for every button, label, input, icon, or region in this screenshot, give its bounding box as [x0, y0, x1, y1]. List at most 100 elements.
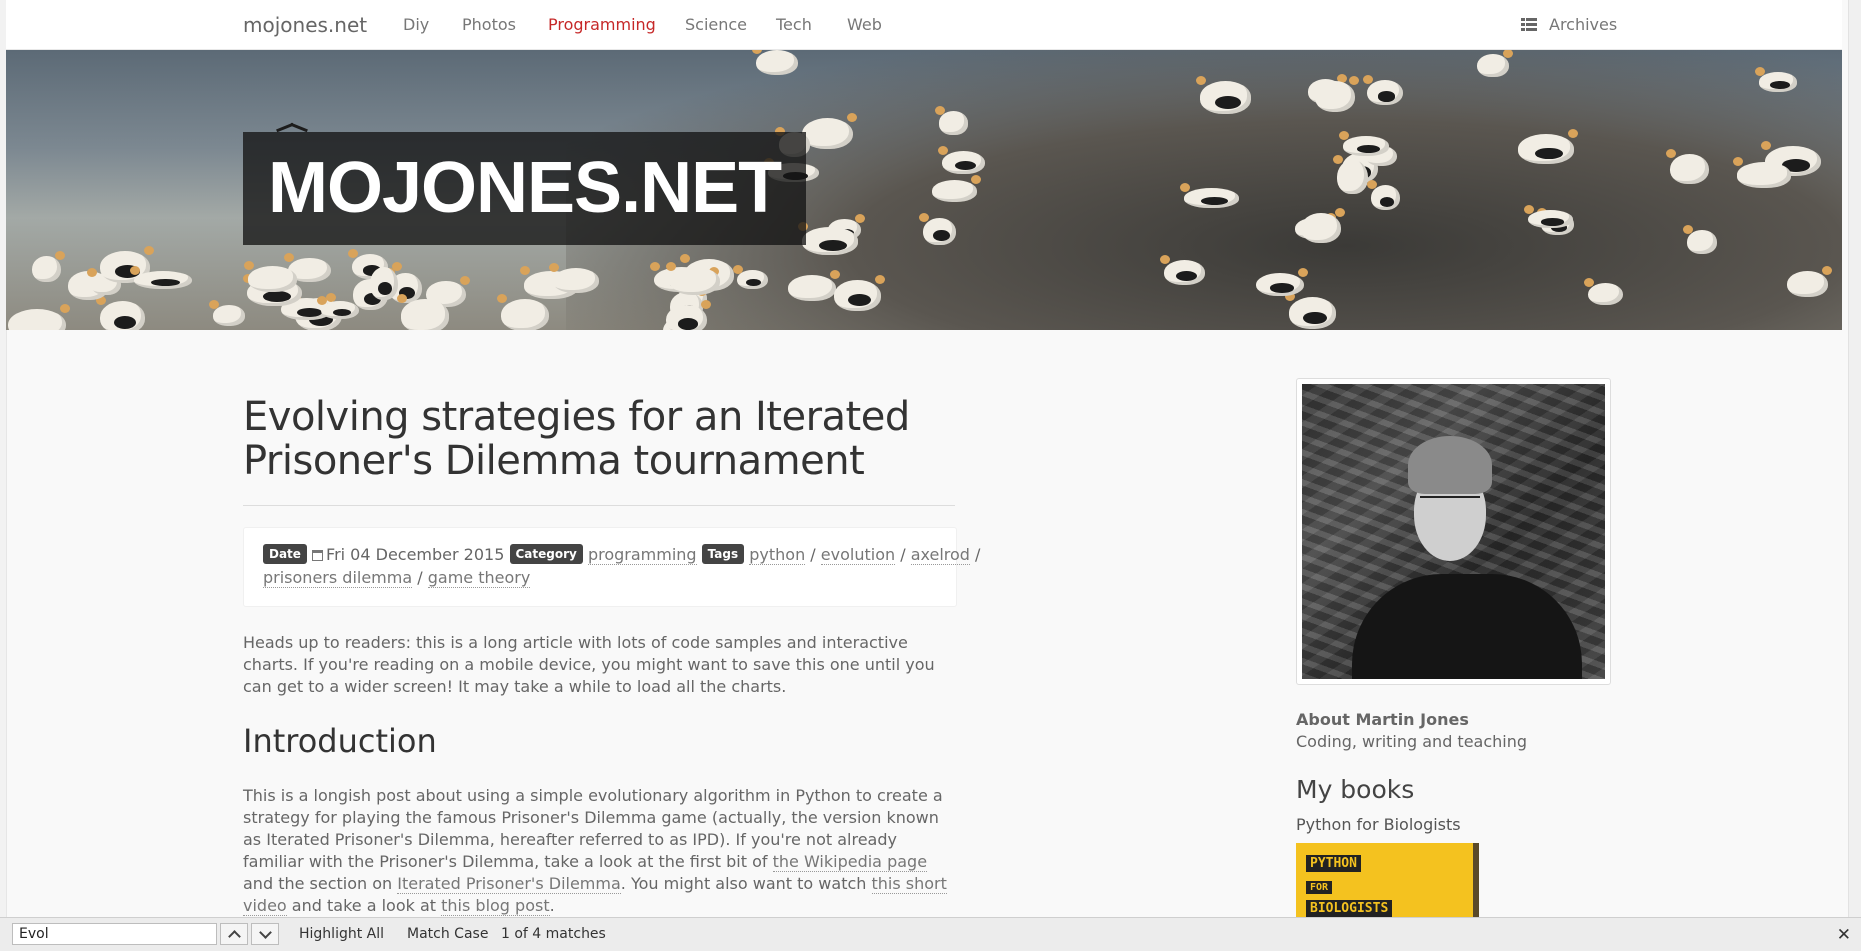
- gannet-shape: [665, 300, 711, 330]
- tag-separator: /: [900, 545, 906, 564]
- nav-item-photos[interactable]: Photos: [462, 15, 516, 34]
- post-title: Evolving strategies for an Iterated Pris…: [243, 394, 910, 484]
- gannet-shape: [1683, 225, 1717, 255]
- tag-separator: /: [975, 545, 981, 564]
- brand-link[interactable]: mojones.net: [243, 13, 367, 37]
- wikipedia-link[interactable]: the Wikipedia page: [772, 852, 928, 872]
- nav-item-diy[interactable]: Diy: [403, 15, 429, 34]
- gannet-shape: [1362, 74, 1403, 106]
- nav-item-tech[interactable]: Tech: [776, 15, 812, 34]
- tag-separator: /: [810, 545, 816, 564]
- person-glasses: [1420, 496, 1480, 508]
- gannet-shape: [937, 145, 986, 174]
- post-date: Fri 04 December 2015: [326, 545, 505, 564]
- chevron-up-icon: [227, 929, 241, 943]
- tags-label: Tags: [701, 544, 745, 564]
- gannet-shape: [1517, 129, 1578, 164]
- tag-link-game-theory[interactable]: game theory: [427, 568, 531, 588]
- tag-link-axelrod[interactable]: axelrod: [910, 545, 970, 565]
- gannet-shape: [666, 261, 720, 295]
- highlight-all-toggle[interactable]: Highlight All: [299, 926, 384, 942]
- nav-item-science[interactable]: Science: [685, 15, 747, 34]
- gannet-shape: [1338, 131, 1390, 156]
- about-text: Coding, writing and teaching: [1296, 732, 1528, 751]
- cover-line: PYTHON: [1306, 855, 1361, 872]
- flying-bird: [276, 122, 310, 132]
- header-banner-image: MOJONES.NET: [6, 50, 1842, 330]
- about-heading: About Martin Jones: [1296, 710, 1469, 729]
- chevron-down-icon: [258, 925, 272, 939]
- body-text: and take a look at: [291, 896, 437, 915]
- match-count: 1 of 4 matches: [501, 926, 606, 942]
- category-label: Category: [509, 544, 583, 564]
- article: Evolving strategies for an Iterated Pris…: [243, 394, 980, 916]
- page-scrollbar[interactable]: [1848, 0, 1861, 917]
- gannet-shape: [1300, 208, 1345, 244]
- gannet-shape: [369, 261, 402, 301]
- gannet-shape: [1180, 183, 1240, 208]
- post-meta: Date Fri 04 December 2015 Category progr…: [243, 527, 980, 607]
- gannet-shape: [396, 294, 450, 330]
- nav-item-web[interactable]: Web: [847, 15, 882, 34]
- match-case-toggle[interactable]: Match Case: [407, 926, 488, 942]
- body-text: and the section on: [243, 874, 393, 893]
- book-title: Python for Biologists: [1296, 815, 1461, 834]
- person-beanie: [1408, 436, 1492, 494]
- find-input[interactable]: [12, 923, 217, 945]
- author-photo: [1302, 384, 1605, 679]
- gannet-shape: [919, 212, 957, 245]
- tag-separator: /: [417, 568, 423, 587]
- gannet-shape: [934, 105, 969, 135]
- gannet-shape: [1477, 50, 1514, 77]
- gannet-shape: [833, 275, 885, 311]
- gannet-shape: [1285, 292, 1337, 329]
- body-text: . You might also want to watch: [620, 874, 867, 893]
- close-icon[interactable]: ✕: [1837, 925, 1851, 945]
- gannet-shape: [1333, 155, 1368, 195]
- gannet-shape: [317, 295, 359, 320]
- date-label: Date: [263, 544, 307, 564]
- gannet-shape: [95, 295, 146, 330]
- find-next-button[interactable]: [251, 923, 279, 945]
- books-heading: My books: [1296, 775, 1415, 804]
- find-bar: Highlight All Match Case 1 of 4 matches …: [0, 917, 1861, 951]
- gannet-shape: [209, 300, 246, 326]
- author-photo-frame: [1296, 378, 1611, 685]
- gannet-shape: [243, 261, 298, 293]
- gannet-shape: [1315, 75, 1359, 113]
- site-title: MOJONES.NET: [243, 132, 807, 245]
- gannet-shape: [1754, 67, 1798, 92]
- tag-link-python[interactable]: python: [749, 545, 806, 565]
- gannet-shape: [496, 293, 549, 330]
- gannet-shape: [8, 303, 70, 330]
- top-navbar: mojones.net Diy Photos Programming Scien…: [6, 0, 1842, 50]
- cover-line: FOR: [1306, 881, 1333, 894]
- archives-label: Archives: [1549, 15, 1618, 34]
- highlight-all-label: Highlight All: [299, 926, 385, 942]
- book-cover-image[interactable]: PYTHON FOR BIOLOGISTS: [1296, 843, 1479, 923]
- archives-link[interactable]: Archives: [1521, 15, 1617, 34]
- gannet-shape: [1159, 254, 1206, 285]
- blog-post-link[interactable]: this blog post: [441, 896, 550, 916]
- meta-line-1: Date Fri 04 December 2015 Category progr…: [263, 544, 981, 565]
- tag-link-evolution[interactable]: evolution: [820, 545, 896, 565]
- meta-line-2: prisoners dilemma / game theory: [263, 568, 531, 588]
- gannet-shape: [1195, 76, 1252, 114]
- list-icon: [1521, 18, 1537, 31]
- find-previous-button[interactable]: [220, 923, 248, 945]
- category-link[interactable]: programming: [587, 545, 697, 565]
- calendar-icon: [312, 550, 324, 561]
- section-heading-introduction: Introduction: [243, 722, 437, 760]
- gannet-shape: [1732, 157, 1791, 188]
- ipd-section-link[interactable]: Iterated Prisoner's Dilemma: [397, 874, 621, 894]
- nav-item-programming[interactable]: Programming: [548, 15, 656, 34]
- gannet-shape: [787, 269, 840, 301]
- gannet-shape: [733, 265, 768, 290]
- gannet-shape: [129, 265, 192, 289]
- intro-paragraph: Heads up to readers: this is a long arti…: [243, 633, 935, 696]
- gannet-shape: [1584, 277, 1624, 306]
- gannet-shape: [1787, 266, 1832, 298]
- gannet-shape: [1523, 205, 1573, 229]
- tag-link-prisoners-dilemma[interactable]: prisoners dilemma: [263, 568, 413, 588]
- gannet-shape: [32, 250, 65, 283]
